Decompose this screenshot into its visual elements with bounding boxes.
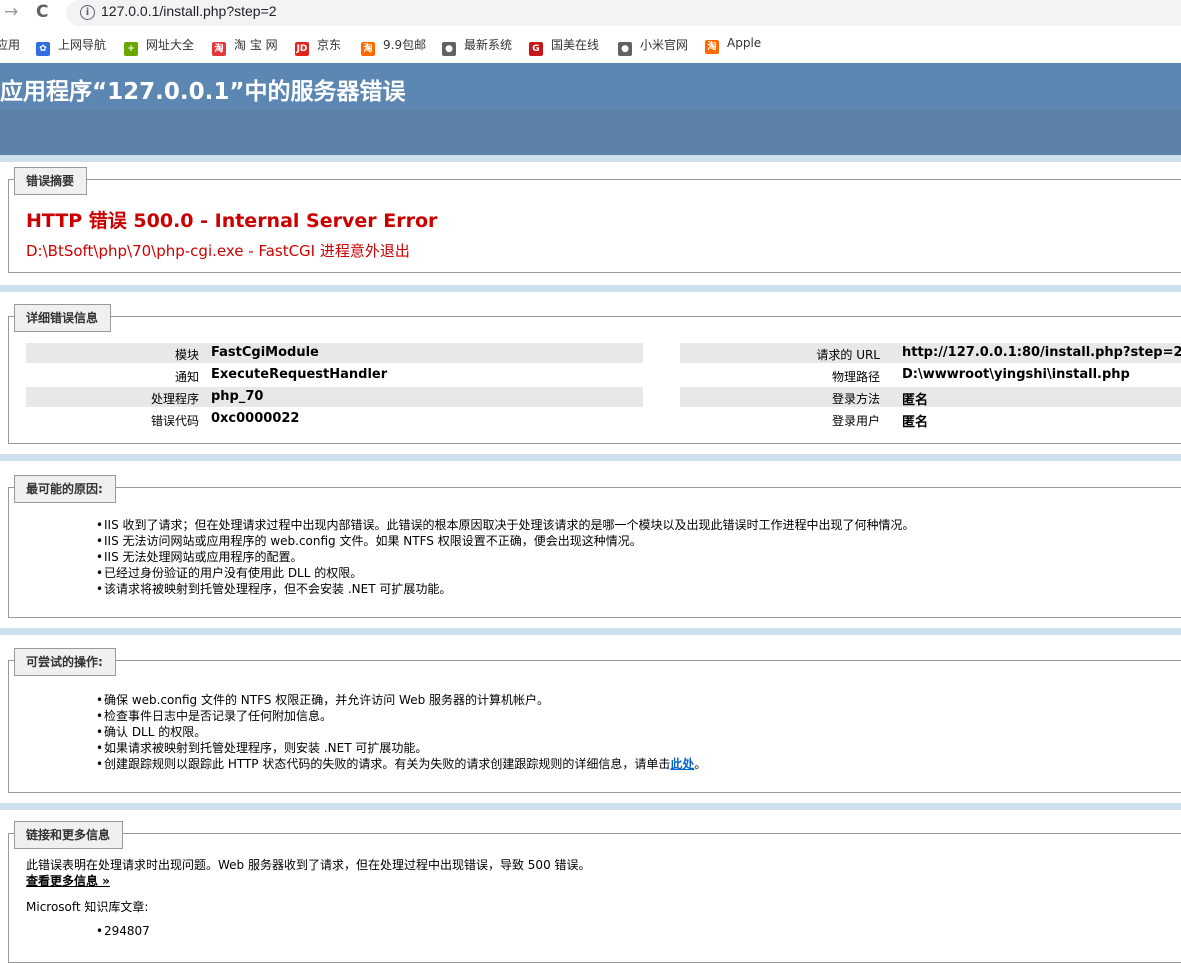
detailed-error-section: 详细错误信息 模块 FastCgiModule 通知 ExecuteRequestHa… bbox=[8, 304, 1181, 444]
error-summary-section: 错误摘要 HTTP 错误 500.0 - Internal Server Err… bbox=[8, 167, 1181, 273]
plus-circle-icon: + bbox=[124, 42, 138, 56]
forward-icon[interactable]: → bbox=[4, 3, 18, 21]
actions-list: 确保 web.config 文件的 NTFS 权限正确，并允许访问 Web 服务… bbox=[104, 692, 707, 772]
detail-value: ExecuteRequestHandler bbox=[211, 367, 388, 382]
bookmark-label: 京东 bbox=[317, 38, 342, 52]
more-info-link[interactable]: 查看更多信息 » bbox=[26, 872, 110, 889]
info-icon[interactable]: i bbox=[80, 5, 95, 20]
detail-value: FastCgiModule bbox=[211, 345, 319, 360]
bookmark-item[interactable]: ✿ 上网导航 bbox=[36, 36, 106, 56]
kb-label: Microsoft 知识库文章: bbox=[26, 900, 149, 914]
detail-row: 错误代码 0xc0000022 bbox=[26, 409, 643, 429]
detail-label: 模块 bbox=[174, 348, 199, 362]
bookmark-label: 网址大全 bbox=[146, 38, 195, 52]
taobao-icon: 淘 bbox=[361, 42, 375, 56]
section-separator bbox=[0, 454, 1181, 461]
links-description: 此错误表明在处理请求时出现问题。Web 服务器收到了请求，但在处理过程中出现错误… bbox=[26, 858, 591, 872]
detail-label: 登录方法 bbox=[831, 392, 880, 406]
detail-label: 登录用户 bbox=[831, 414, 880, 428]
detail-row: 登录方法 匿名 bbox=[680, 387, 1181, 408]
kb-list: 294807 bbox=[104, 923, 150, 939]
list-item-end: 。 bbox=[694, 757, 707, 771]
detail-label: 物理路径 bbox=[831, 370, 880, 384]
url-text[interactable]: 127.0.0.1/install.php?step=2 bbox=[101, 3, 277, 19]
detail-value: 匿名 bbox=[902, 393, 929, 408]
detail-value: php_70 bbox=[211, 389, 264, 404]
section-legend: 链接和更多信息 bbox=[14, 821, 124, 849]
bookmark-item[interactable]: JD 京东 bbox=[295, 36, 341, 56]
detail-row: 请求的 URL http://127.0.0.1:80/install.php?s… bbox=[680, 343, 1181, 363]
list-item: 如果请求被映射到托管处理程序，则安装 .NET 可扩展功能。 bbox=[104, 740, 706, 756]
bookmark-label: Apple bbox=[727, 36, 762, 50]
section-legend: 错误摘要 bbox=[14, 167, 88, 195]
section-legend: 可尝试的操作: bbox=[14, 648, 116, 676]
detail-value: 匿名 bbox=[902, 415, 929, 430]
list-item: 创建跟踪规则以跟踪此 HTTP 状态代码的失败的请求。有关为失败的请求创建跟踪规… bbox=[104, 756, 707, 772]
bookmark-item[interactable]: 淘 9.9包邮 bbox=[361, 36, 426, 56]
detail-label: 错误代码 bbox=[150, 414, 199, 428]
taobao-icon: 淘 bbox=[212, 42, 226, 56]
globe-icon: ● bbox=[442, 42, 456, 56]
jd-icon: JD bbox=[295, 42, 309, 56]
list-item: 检查事件日志中是否记录了任何附加信息。 bbox=[104, 708, 706, 724]
list-item: IIS 收到了请求；但在处理请求过程中出现内部错误。此错误的根本原因取决于处理该… bbox=[104, 517, 915, 533]
links-section: 链接和更多信息 此错误表明在处理请求时出现问题。Web 服务器收到了请求，但在处… bbox=[8, 821, 1181, 963]
bookmark-item[interactable]: 应用 bbox=[0, 36, 20, 53]
detail-value: D:\wwwroot\yingshi\install.php bbox=[902, 367, 1130, 382]
list-item: 确保 web.config 文件的 NTFS 权限正确，并允许访问 Web 服务… bbox=[104, 692, 706, 708]
section-separator bbox=[0, 803, 1181, 810]
bookmark-label: 最新系统 bbox=[464, 38, 513, 52]
detail-row: 处理程序 php_70 bbox=[26, 387, 643, 407]
bookmark-item[interactable]: + 网址大全 bbox=[124, 36, 194, 56]
bookmark-label: 应用 bbox=[0, 38, 21, 52]
here-link[interactable]: 此处 bbox=[670, 757, 694, 771]
reload-icon[interactable]: C bbox=[36, 3, 48, 21]
list-item: 确认 DLL 的权限。 bbox=[104, 724, 706, 740]
detail-row: 物理路径 D:\wwwroot\yingshi\install.php bbox=[680, 365, 1181, 385]
error-title: HTTP 错误 500.0 - Internal Server Error bbox=[26, 210, 438, 232]
detail-row: 模块 FastCgiModule bbox=[26, 343, 643, 363]
page-title: 应用程序“127.0.0.1”中的服务器错误 bbox=[0, 79, 406, 105]
list-item: IIS 无法访问网站或应用程序的 web.config 文件。如果 NTFS 权… bbox=[104, 533, 915, 549]
detail-value: http://127.0.0.1:80/install.php?step=2 bbox=[902, 345, 1181, 360]
section-separator bbox=[0, 285, 1181, 292]
page-header: 应用程序“127.0.0.1”中的服务器错误 bbox=[0, 63, 1181, 110]
detail-label: 处理程序 bbox=[150, 392, 199, 406]
causes-list: IIS 收到了请求；但在处理请求过程中出现内部错误。此错误的根本原因取决于处理该… bbox=[104, 517, 915, 597]
bookmark-label: 国美在线 bbox=[551, 38, 600, 52]
bookmark-label: 9.9包邮 bbox=[383, 38, 427, 52]
gome-icon: G bbox=[529, 42, 543, 56]
bookmark-item[interactable]: 淘淘 宝 网 bbox=[212, 36, 278, 56]
bookmark-label: 小米官网 bbox=[640, 38, 689, 52]
section-legend: 详细错误信息 bbox=[14, 304, 112, 332]
list-item: 294807 bbox=[104, 923, 150, 939]
error-subtitle: D:\BtSoft\php\70\php-cgi.exe - FastCGI 进… bbox=[26, 242, 410, 260]
list-item: 已经过身份验证的用户没有使用此 DLL 的权限。 bbox=[104, 565, 915, 581]
detail-value: 0xc0000022 bbox=[211, 411, 300, 426]
actions-section: 可尝试的操作: 确保 web.config 文件的 NTFS 权限正确，并允许访… bbox=[8, 648, 1181, 793]
bookmark-label: 淘 宝 网 bbox=[234, 38, 278, 52]
bookmark-label: 上网导航 bbox=[58, 38, 107, 52]
bookmarks-bar: 应用 ✿ 上网导航 + 网址大全淘淘 宝 网 JD 京东淘 9.9包邮 ● 最新系统 G 国美在线 ● 小… bbox=[0, 32, 1181, 56]
detail-label: 请求的 URL bbox=[816, 348, 880, 362]
list-item: 该请求将被映射到托管处理程序，但不会安装 .NET 可扩展功能。 bbox=[104, 581, 915, 597]
bookmark-item[interactable]: G 国美在线 bbox=[529, 36, 599, 56]
paw-icon: ✿ bbox=[36, 42, 50, 56]
list-item-text: 创建跟踪规则以跟踪此 HTTP 状态代码的失败的请求。有关为失败的请求创建跟踪规… bbox=[104, 757, 671, 771]
detail-row: 通知 ExecuteRequestHandler bbox=[26, 365, 643, 385]
taobao-icon: 淘 bbox=[705, 40, 719, 54]
globe-icon: ● bbox=[618, 42, 632, 56]
bookmark-item[interactable]: 淘 Apple bbox=[705, 36, 761, 54]
detail-label: 通知 bbox=[174, 370, 199, 384]
header-band bbox=[0, 110, 1181, 155]
list-item: IIS 无法处理网站或应用程序的配置。 bbox=[104, 549, 915, 565]
address-bar: → C i 127.0.0.1/install.php?step=2 bbox=[0, 0, 1181, 28]
section-legend: 最可能的原因: bbox=[14, 475, 116, 503]
header-separator bbox=[0, 155, 1181, 162]
detail-row: 登录用户 匿名 bbox=[680, 409, 1181, 430]
causes-section: 最可能的原因: IIS 收到了请求；但在处理请求过程中出现内部错误。此错误的根本… bbox=[8, 475, 1181, 618]
bookmark-item[interactable]: ● 小米官网 bbox=[618, 36, 688, 56]
section-separator bbox=[0, 628, 1181, 635]
bookmark-item[interactable]: ● 最新系统 bbox=[442, 36, 512, 56]
